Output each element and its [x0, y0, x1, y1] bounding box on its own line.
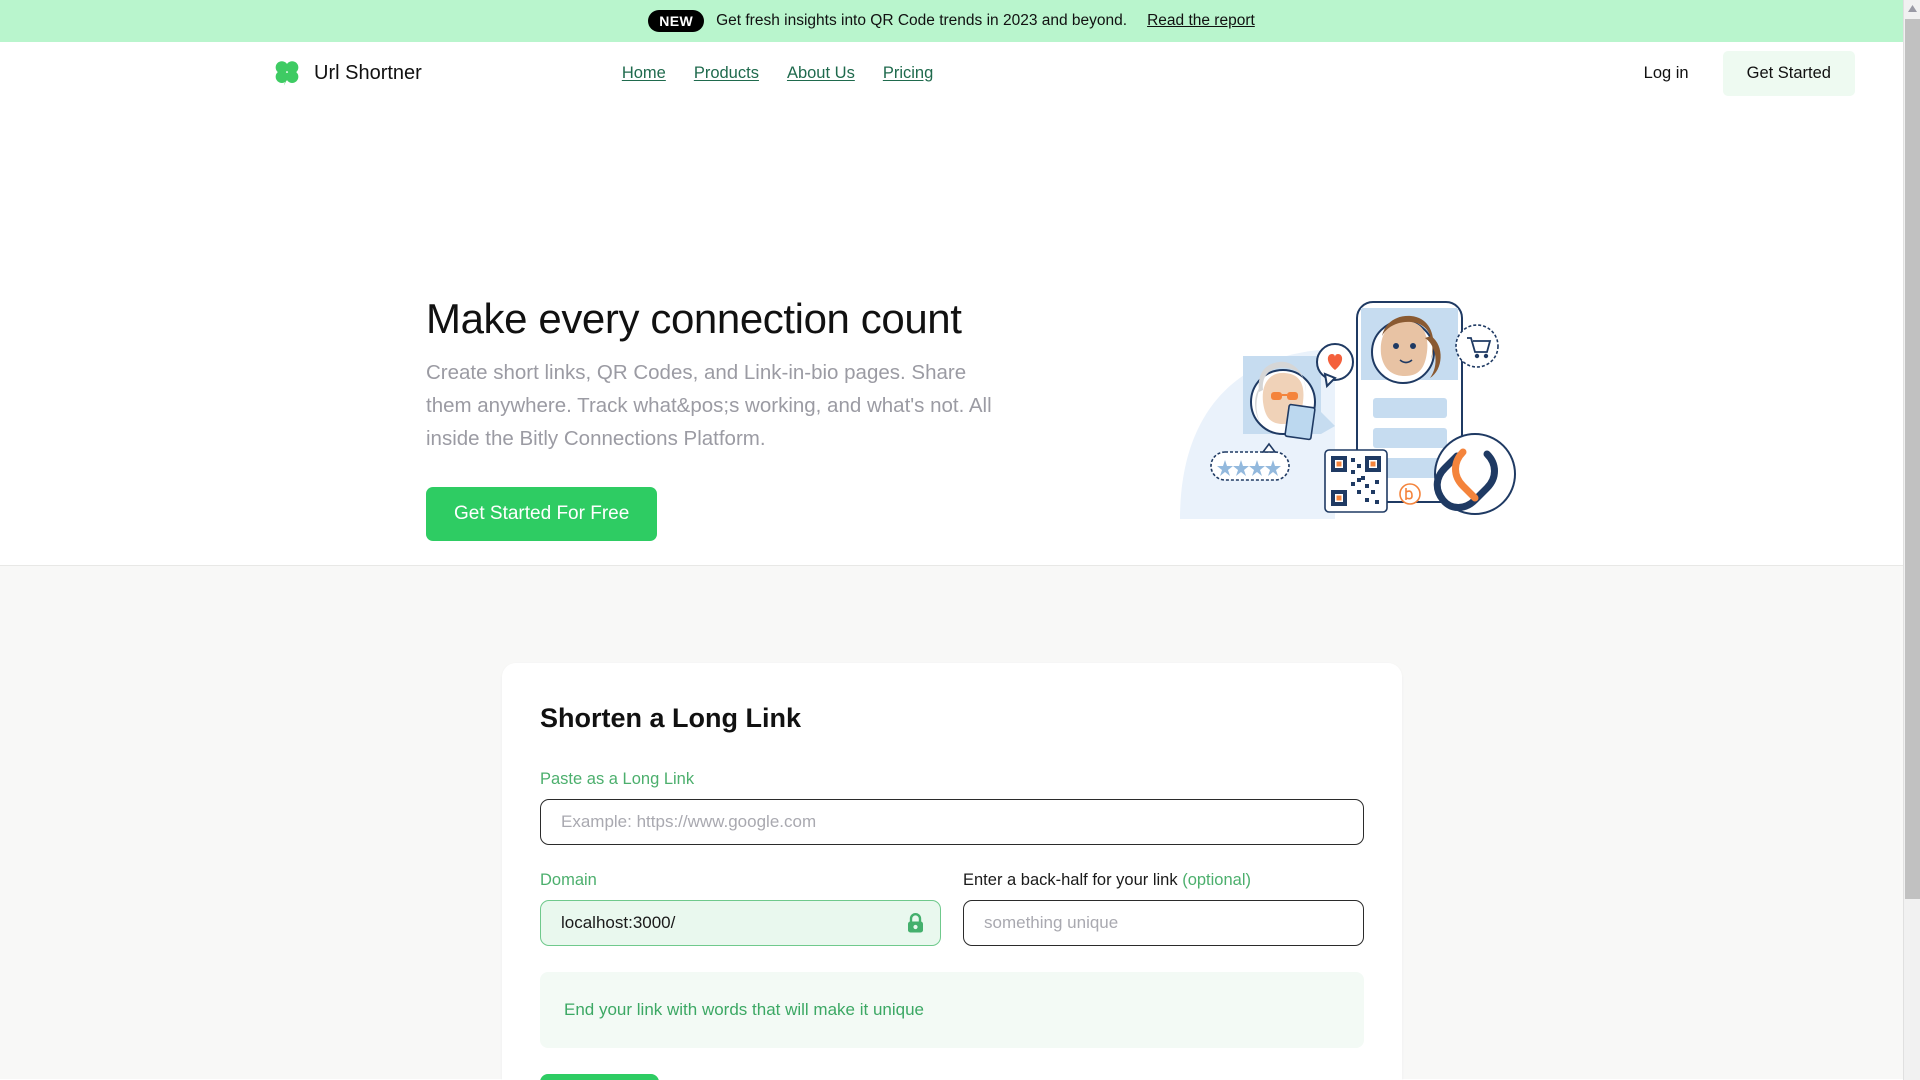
- hero-copy: Make every connection count Create short…: [426, 294, 1006, 542]
- nav-item-products[interactable]: Products: [694, 64, 759, 83]
- backhalf-optional-text: (optional): [1182, 871, 1251, 889]
- domain-field: Domain: [540, 871, 941, 946]
- brand-logo[interactable]: Url Shortner: [272, 58, 422, 88]
- site-header: Url Shortner Home Products About Us Pric…: [0, 42, 1903, 104]
- domain-input[interactable]: [540, 900, 941, 946]
- brand-name: Url Shortner: [314, 61, 422, 84]
- hero-title: Make every connection count: [426, 295, 962, 342]
- nav-item-about-us[interactable]: About Us: [787, 64, 855, 83]
- backhalf-field: Enter a back-half for your link (optiona…: [963, 871, 1364, 946]
- card-title: Shorten a Long Link: [540, 703, 801, 733]
- page-scrollbar[interactable]: [1903, 0, 1920, 1080]
- shorten-section: Shorten a Long Link Paste as a Long Link…: [0, 566, 1903, 1080]
- shorten-card: Shorten a Long Link Paste as a Long Link…: [502, 663, 1402, 1080]
- domain-label: Domain: [540, 871, 597, 889]
- hero-subtitle: Create short links, QR Codes, and Link-i…: [426, 360, 992, 450]
- hero-section: Make every connection count Create short…: [0, 104, 1903, 566]
- hero-cta-button[interactable]: Get Started For Free: [426, 487, 658, 542]
- nav-item-home[interactable]: Home: [622, 64, 666, 83]
- read-the-report-link[interactable]: Read the report: [1147, 12, 1255, 30]
- get-started-button[interactable]: Get Started: [1722, 50, 1855, 96]
- page-viewport: NEW Get fresh insights into QR Code tren…: [0, 0, 1903, 1080]
- long-link-input[interactable]: [540, 799, 1364, 845]
- scrollbar-thumb[interactable]: [1905, 19, 1920, 899]
- backhalf-label: Enter a back-half for your link (optiona…: [963, 871, 1364, 890]
- banner-text: Get fresh insights into QR Code trends i…: [716, 12, 1128, 29]
- hero-illustration: [1175, 294, 1520, 519]
- backhalf-input[interactable]: [963, 900, 1364, 946]
- domain-backhalf-row: Domain Enter a b: [540, 871, 1364, 946]
- nav-item-pricing[interactable]: Pricing: [883, 64, 933, 83]
- announcement-banner: NEW Get fresh insights into QR Code tren…: [0, 0, 1903, 42]
- clover-icon: [272, 58, 302, 88]
- header-actions: Log in Get Started: [1626, 50, 1855, 96]
- backhalf-hint: End your link with words that will make …: [540, 972, 1364, 1048]
- shorten-submit-button[interactable]: Shorten: [540, 1074, 660, 1080]
- main-nav: Home Products About Us Pricing: [622, 64, 933, 83]
- long-link-label: Paste as a Long Link: [540, 770, 695, 788]
- login-button[interactable]: Log in: [1626, 54, 1707, 93]
- new-badge: NEW: [648, 9, 705, 33]
- lock-icon: [906, 913, 925, 934]
- scroll-up-arrow-icon[interactable]: [1904, 0, 1920, 17]
- backhalf-label-text: Enter a back-half for your link: [963, 871, 1178, 889]
